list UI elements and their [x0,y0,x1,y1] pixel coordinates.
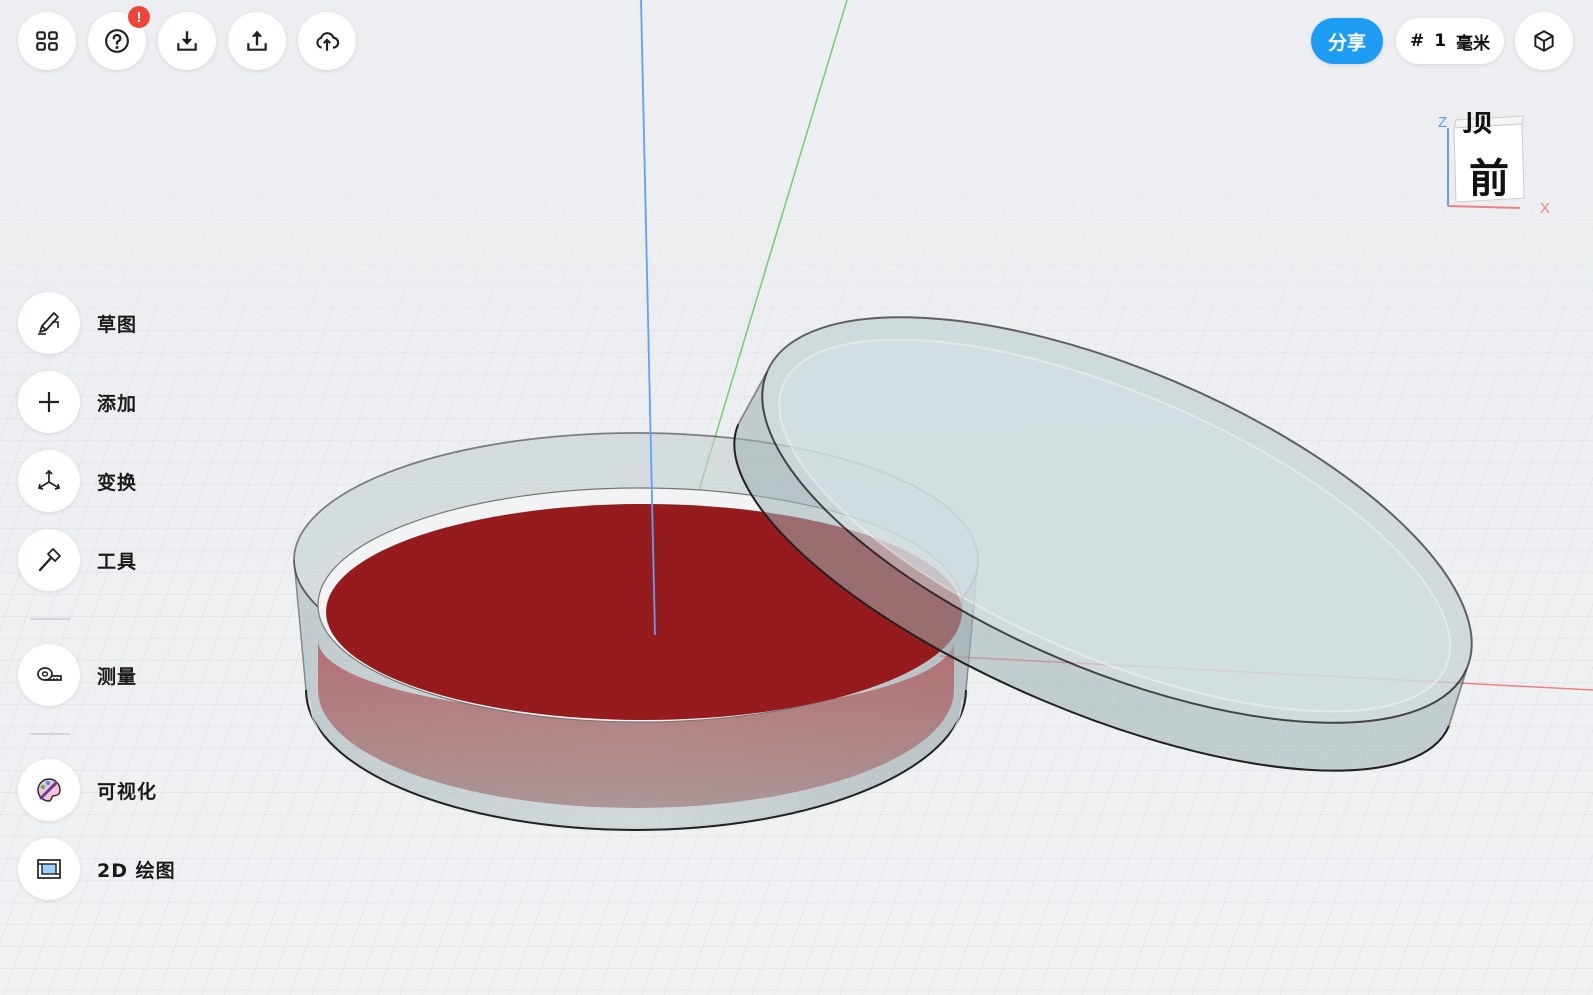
help-button[interactable]: ! [88,6,150,70]
sidebar-item-label: 2D 绘图 [97,859,176,882]
sidebar-item-label: 添加 [97,392,138,415]
grid-value: 1 [1434,31,1447,51]
grid-symbol: # [1409,31,1425,51]
sketch-pencil-icon [38,312,59,335]
view-mode-button[interactable] [1515,12,1573,70]
axis-x-label: X [1540,200,1551,217]
sidebar-divider [30,733,70,735]
grid-icon [36,31,58,51]
sidebar-item-label: 变换 [97,471,138,494]
cube-view-icon [1534,30,1554,52]
plus-icon [39,392,59,412]
sidebar-divider [30,618,70,620]
import-button[interactable] [158,12,216,70]
sidebar-item-tools[interactable]: 工具 [18,528,137,592]
sidebar-item-add[interactable]: 添加 [18,370,137,434]
drawing-sheet-icon [37,859,61,879]
view-cube[interactable]: 顶 前 Z X [1438,112,1551,222]
grid-menu-button[interactable] [18,12,76,70]
notification-badge: ! [128,6,150,28]
2d-drawing-button[interactable] [18,838,80,900]
export-button[interactable] [228,12,286,70]
measure-button[interactable] [18,644,80,706]
tools-button[interactable] [18,529,80,591]
sketch-button[interactable] [18,292,80,354]
visualize-button[interactable] [18,759,80,821]
grid-units-button[interactable]: # 1 毫米 [1396,18,1504,64]
palette-brush-icon [37,778,61,802]
axis-z-label: Z [1438,114,1448,131]
3d-viewport[interactable] [0,0,1593,995]
cloud-upload-icon [316,32,340,51]
sidebar-item-label: 可视化 [97,780,158,803]
sidebar-item-sketch[interactable]: 草图 [18,291,137,355]
sidebar-item-visualize[interactable]: 可视化 [18,758,157,822]
hammer-icon [38,548,61,572]
export-icon [247,30,267,51]
sidebar-item-label: 工具 [97,550,138,573]
share-button[interactable]: 分享 [1311,18,1383,64]
grid-unit: 毫米 [1456,33,1491,54]
sidebar-item-label: 测量 [97,665,138,688]
sidebar-item-2d-drawing[interactable]: 2D 绘图 [18,837,176,901]
sidebar-item-measure[interactable]: 测量 [18,643,137,707]
view-cube-front-label[interactable]: 前 [1469,146,1509,204]
tape-measure-icon [37,667,62,681]
transform-arrows-icon [37,469,61,490]
transform-button[interactable] [18,450,80,512]
cloud-upload-button[interactable] [298,12,356,70]
sidebar-item-transform[interactable]: 变换 [18,449,137,513]
add-button[interactable] [18,371,80,433]
help-icon [105,29,129,53]
sidebar-item-label: 草图 [97,313,138,336]
import-icon [177,31,197,51]
app-window: ! 分享 # 1 毫米 顶 前 Z X 草图 添加 变换 工具 测量 可视化 2… [0,0,1593,995]
